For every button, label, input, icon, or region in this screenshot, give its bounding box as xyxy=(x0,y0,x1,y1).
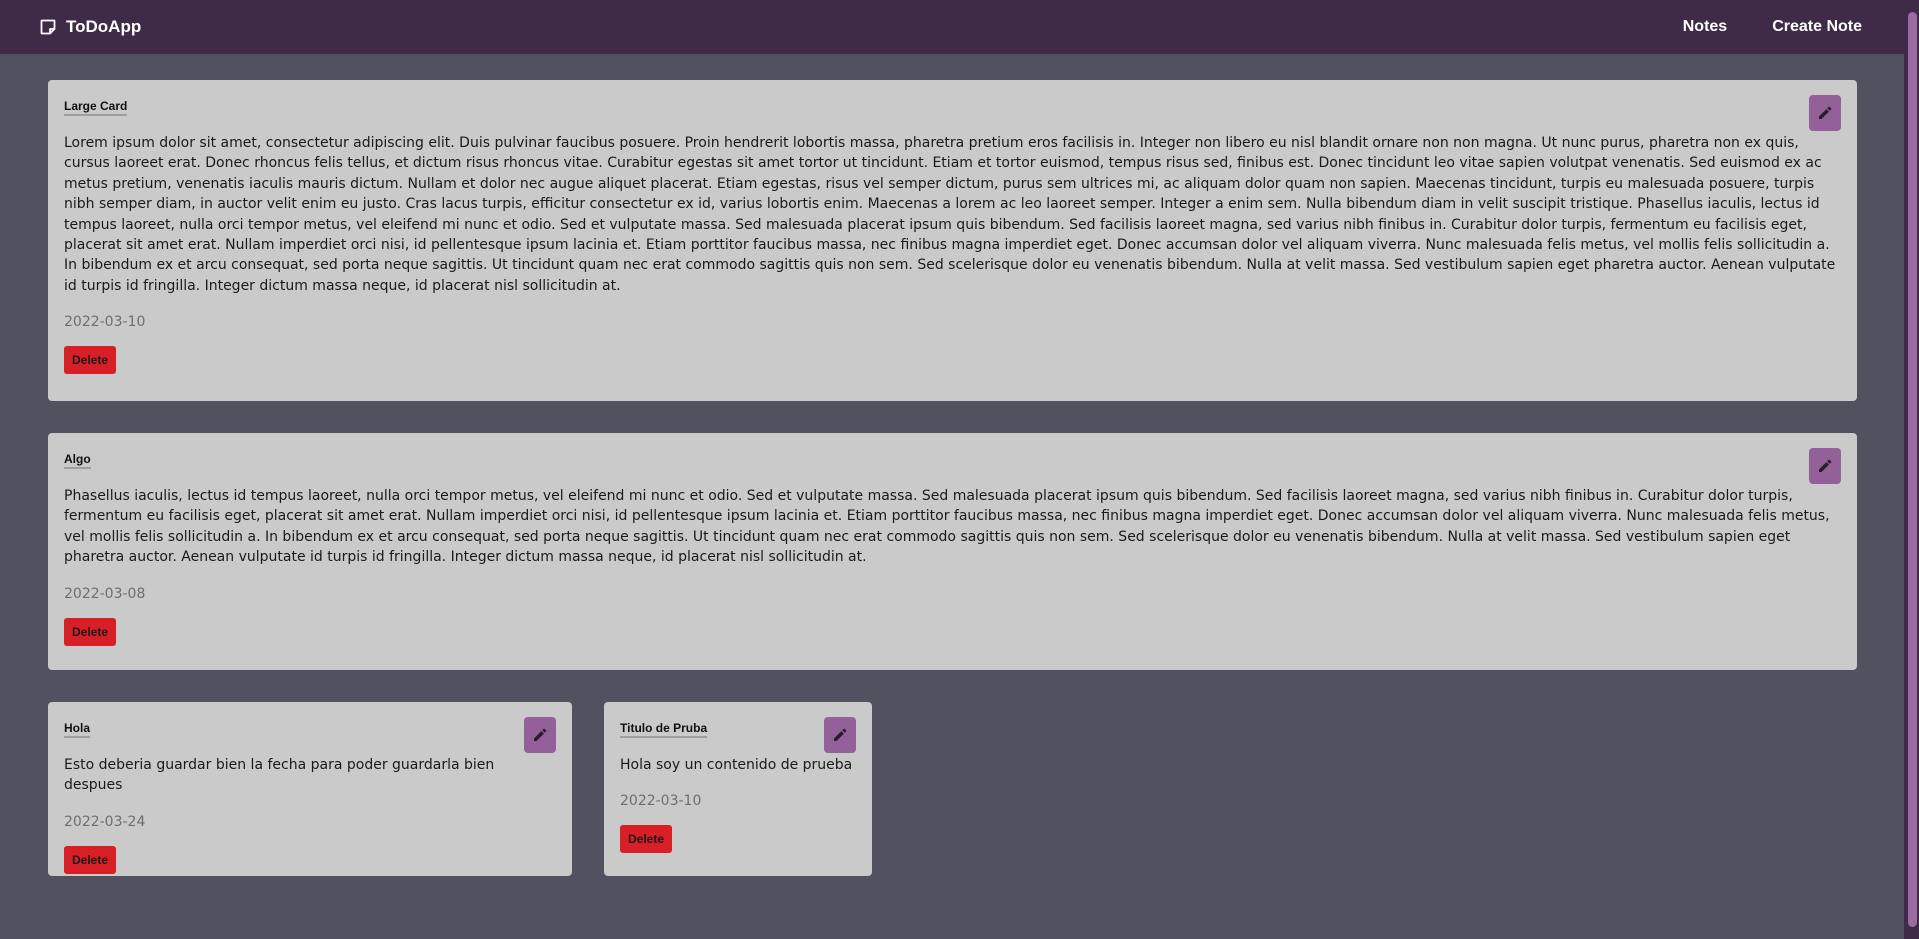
note-content: Phasellus iaculis, lectus id tempus laor… xyxy=(64,488,1830,566)
nav-links: Notes Create Note xyxy=(1638,18,1862,36)
brand-link[interactable]: ToDoApp xyxy=(39,17,141,37)
pencil-icon xyxy=(1819,459,1832,472)
note-date: 2022-03-10 xyxy=(64,314,146,331)
delete-note-button[interactable]: Delete xyxy=(64,845,117,874)
note-card: Hola Esto deberia guardar bien la fecha … xyxy=(48,702,572,876)
note-title: Large Card xyxy=(64,99,128,116)
note-title: Hola xyxy=(64,721,91,738)
note-date: 2022-03-08 xyxy=(64,585,146,602)
edit-note-button[interactable] xyxy=(1809,448,1841,484)
note-date: 2022-03-10 xyxy=(620,793,702,810)
scrollbar-thumb[interactable] xyxy=(1908,12,1917,927)
delete-note-button[interactable]: Delete xyxy=(620,825,673,854)
top-navbar: ToDoApp Notes Create Note xyxy=(0,0,1904,54)
edit-note-button[interactable] xyxy=(524,717,556,753)
note-content: Hola soy un contenido de prueba xyxy=(620,757,853,773)
delete-note-button[interactable]: Delete xyxy=(64,346,117,375)
scrollbar[interactable] xyxy=(1904,0,1919,939)
note-card: Titulo de Pruba Hola soy un contenido de… xyxy=(604,702,872,876)
nav-notes-link[interactable]: Notes xyxy=(1683,18,1727,36)
edit-note-button[interactable] xyxy=(824,717,856,753)
note-content: Lorem ipsum dolor sit amet, consectetur … xyxy=(64,135,1836,294)
note-card: Large Card Lorem ipsum dolor sit amet, c… xyxy=(48,80,1857,401)
note-title: Algo xyxy=(64,452,91,469)
brand-name: ToDoApp xyxy=(66,17,142,36)
note-date: 2022-03-24 xyxy=(64,813,146,830)
edit-note-button[interactable] xyxy=(1809,95,1841,131)
note-title: Titulo de Pruba xyxy=(620,721,708,738)
sticky-note-icon xyxy=(40,19,56,35)
nav-create-note-link[interactable]: Create Note xyxy=(1772,18,1862,36)
pencil-icon xyxy=(1819,106,1832,119)
pencil-icon xyxy=(534,728,547,741)
note-card: Algo Phasellus iaculis, lectus id tempus… xyxy=(48,433,1857,670)
note-content: Esto deberia guardar bien la fecha para … xyxy=(64,757,495,794)
delete-note-button[interactable]: Delete xyxy=(64,617,117,646)
pencil-icon xyxy=(834,728,847,741)
